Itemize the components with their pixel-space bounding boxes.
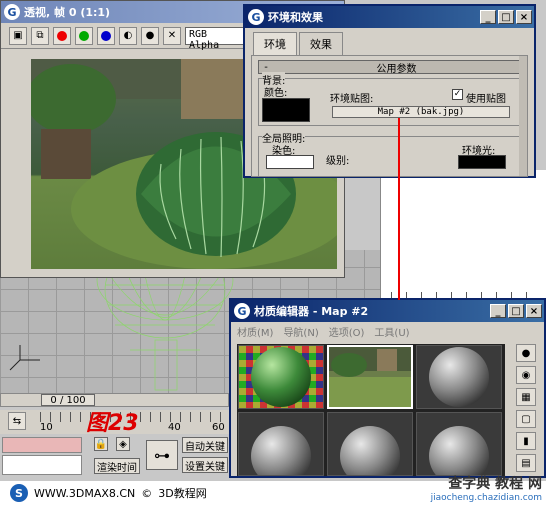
save-icon[interactable]: ▣ [9, 26, 27, 45]
maxscript-listener-red[interactable] [2, 437, 82, 453]
sample-slot-4[interactable] [238, 412, 324, 476]
minimize-icon[interactable]: _ [490, 304, 506, 318]
alpha-icon[interactable]: ● [141, 26, 159, 45]
blue-channel-icon[interactable] [97, 26, 115, 45]
material-editor-menubar: 材质(M) 导航(N) 选项(O) 工具(U) [231, 322, 544, 340]
environment-map-button[interactable]: Map #2 (bak.jpg) [332, 106, 510, 118]
material-editor-window[interactable]: G 材质编辑器 - Map #2 _ □ × 材质(M) 导航(N) 选项(O)… [229, 298, 546, 478]
environment-panel: - 公用参数 背景: 颜色: 环境贴图: ✓ 使用贴图 Map #2 (bak.… [251, 55, 528, 177]
site-url: WWW.3DMAX8.CN [34, 486, 136, 500]
make-preview-icon[interactable]: ▤ [516, 454, 536, 472]
sample-slot-6[interactable] [416, 412, 502, 476]
use-map-checkbox[interactable]: ✓ [452, 89, 463, 100]
copy-icon[interactable]: ⧉ [31, 26, 49, 45]
render-window-title: 透视, 帧 0 (1:1) [24, 6, 111, 19]
sample-slot-map2[interactable] [327, 345, 413, 409]
ruler-label-10: 10 [40, 422, 53, 433]
material-editor-title: 材质编辑器 - Map #2 [254, 305, 369, 318]
sample-slot-cactus[interactable] [238, 345, 324, 409]
tab-environment[interactable]: 环境 [253, 32, 297, 55]
mono-icon[interactable]: ◐ [119, 26, 137, 45]
material-sphere [340, 426, 400, 475]
sample-slots [237, 344, 505, 476]
lock-icon[interactable]: 🔒 [94, 437, 108, 451]
menu-options[interactable]: 选项(O) [329, 324, 365, 339]
minimize-icon[interactable]: _ [480, 10, 496, 24]
background-checker-icon[interactable]: ▦ [516, 388, 536, 406]
absolute-mode-icon[interactable]: ◈ [116, 437, 130, 451]
backlight-icon[interactable]: ◉ [516, 366, 536, 384]
background-color-swatch[interactable] [262, 98, 310, 122]
menu-utilities[interactable]: 工具(U) [374, 324, 409, 339]
ruler-label-60: 60 [212, 422, 225, 433]
material-sphere [251, 426, 311, 475]
side-panel-area [380, 170, 546, 310]
render-time-button[interactable]: 渲染时间 [94, 458, 140, 474]
tab-effects[interactable]: 效果 [299, 32, 343, 55]
clear-icon[interactable]: ✕ [163, 26, 181, 45]
ruler-label-40: 40 [168, 422, 181, 433]
sample-type-icon[interactable]: ● [516, 344, 536, 362]
environment-tabs: 环境 效果 [245, 28, 534, 55]
environment-effects-dialog[interactable]: G 环境和效果 _ □ × 环境 效果 - 公用参数 背景: 颜色: 环境贴图:… [243, 4, 536, 178]
rollout-collapse-icon: - [264, 61, 268, 73]
env-map-label: 环境贴图: [330, 94, 374, 105]
channel-select[interactable]: RGB Alpha [185, 26, 247, 51]
set-key-button[interactable]: 设置关键 [182, 457, 228, 473]
connector-line [398, 118, 400, 300]
environment-scrollbar[interactable] [519, 56, 527, 176]
watermark-url: jiaocheng.chazidian.com [430, 493, 542, 503]
material-sphere [251, 347, 311, 407]
max-app-icon: G [234, 303, 250, 319]
maxscript-listener-white[interactable] [2, 455, 82, 475]
map-preview [329, 347, 411, 407]
tint-color-swatch[interactable] [266, 155, 314, 169]
site-logo-icon: S [10, 484, 28, 502]
maximize-icon[interactable]: □ [508, 304, 524, 318]
environment-title: 环境和效果 [268, 11, 323, 24]
green-channel-icon[interactable] [75, 26, 93, 45]
mini-curve-editor-icon[interactable]: ⇆ [8, 412, 26, 430]
watermark: 查字典 教程 网 jiaocheng.chazidian.com [431, 473, 542, 503]
sample-slot-5[interactable] [327, 412, 413, 476]
rollout-title: 公用参数 [376, 63, 417, 75]
auto-key-button[interactable]: 自动关键 [182, 437, 228, 453]
max-app-icon: G [248, 9, 264, 25]
material-editor-side-tools: ● ◉ ▦ ▢ ▮ ▤ [516, 344, 540, 472]
menu-material[interactable]: 材质(M) [237, 324, 273, 339]
close-icon[interactable]: × [526, 304, 542, 318]
maximize-icon[interactable]: □ [498, 10, 514, 24]
uv-tiling-icon[interactable]: ▢ [516, 410, 536, 428]
sample-slot-3[interactable] [416, 345, 502, 409]
use-map-label: 使用贴图 [466, 94, 506, 105]
set-key-icon[interactable]: ⊶ [146, 440, 178, 470]
site-name: 3D教程网 [158, 487, 207, 500]
figure-number-label: 图23 [86, 411, 139, 436]
watermark-main: 查字典 教程 网 [448, 476, 542, 492]
close-icon[interactable]: × [516, 10, 532, 24]
material-sphere [429, 426, 489, 475]
material-sphere [429, 347, 489, 407]
ambient-color-swatch[interactable] [458, 155, 506, 169]
common-params-rollout[interactable]: - 公用参数 [258, 60, 521, 75]
video-color-check-icon[interactable]: ▮ [516, 432, 536, 450]
max-app-icon: G [4, 4, 20, 20]
red-channel-icon[interactable] [53, 26, 71, 45]
level-label: 级别: [326, 156, 350, 167]
menu-navigation[interactable]: 导航(N) [283, 324, 318, 339]
material-editor-titlebar[interactable]: G 材质编辑器 - Map #2 _ □ × [231, 300, 544, 322]
environment-titlebar[interactable]: G 环境和效果 _ □ × [245, 6, 534, 28]
color-label: 颜色: [264, 88, 288, 99]
copyright-icon: © [141, 486, 153, 500]
